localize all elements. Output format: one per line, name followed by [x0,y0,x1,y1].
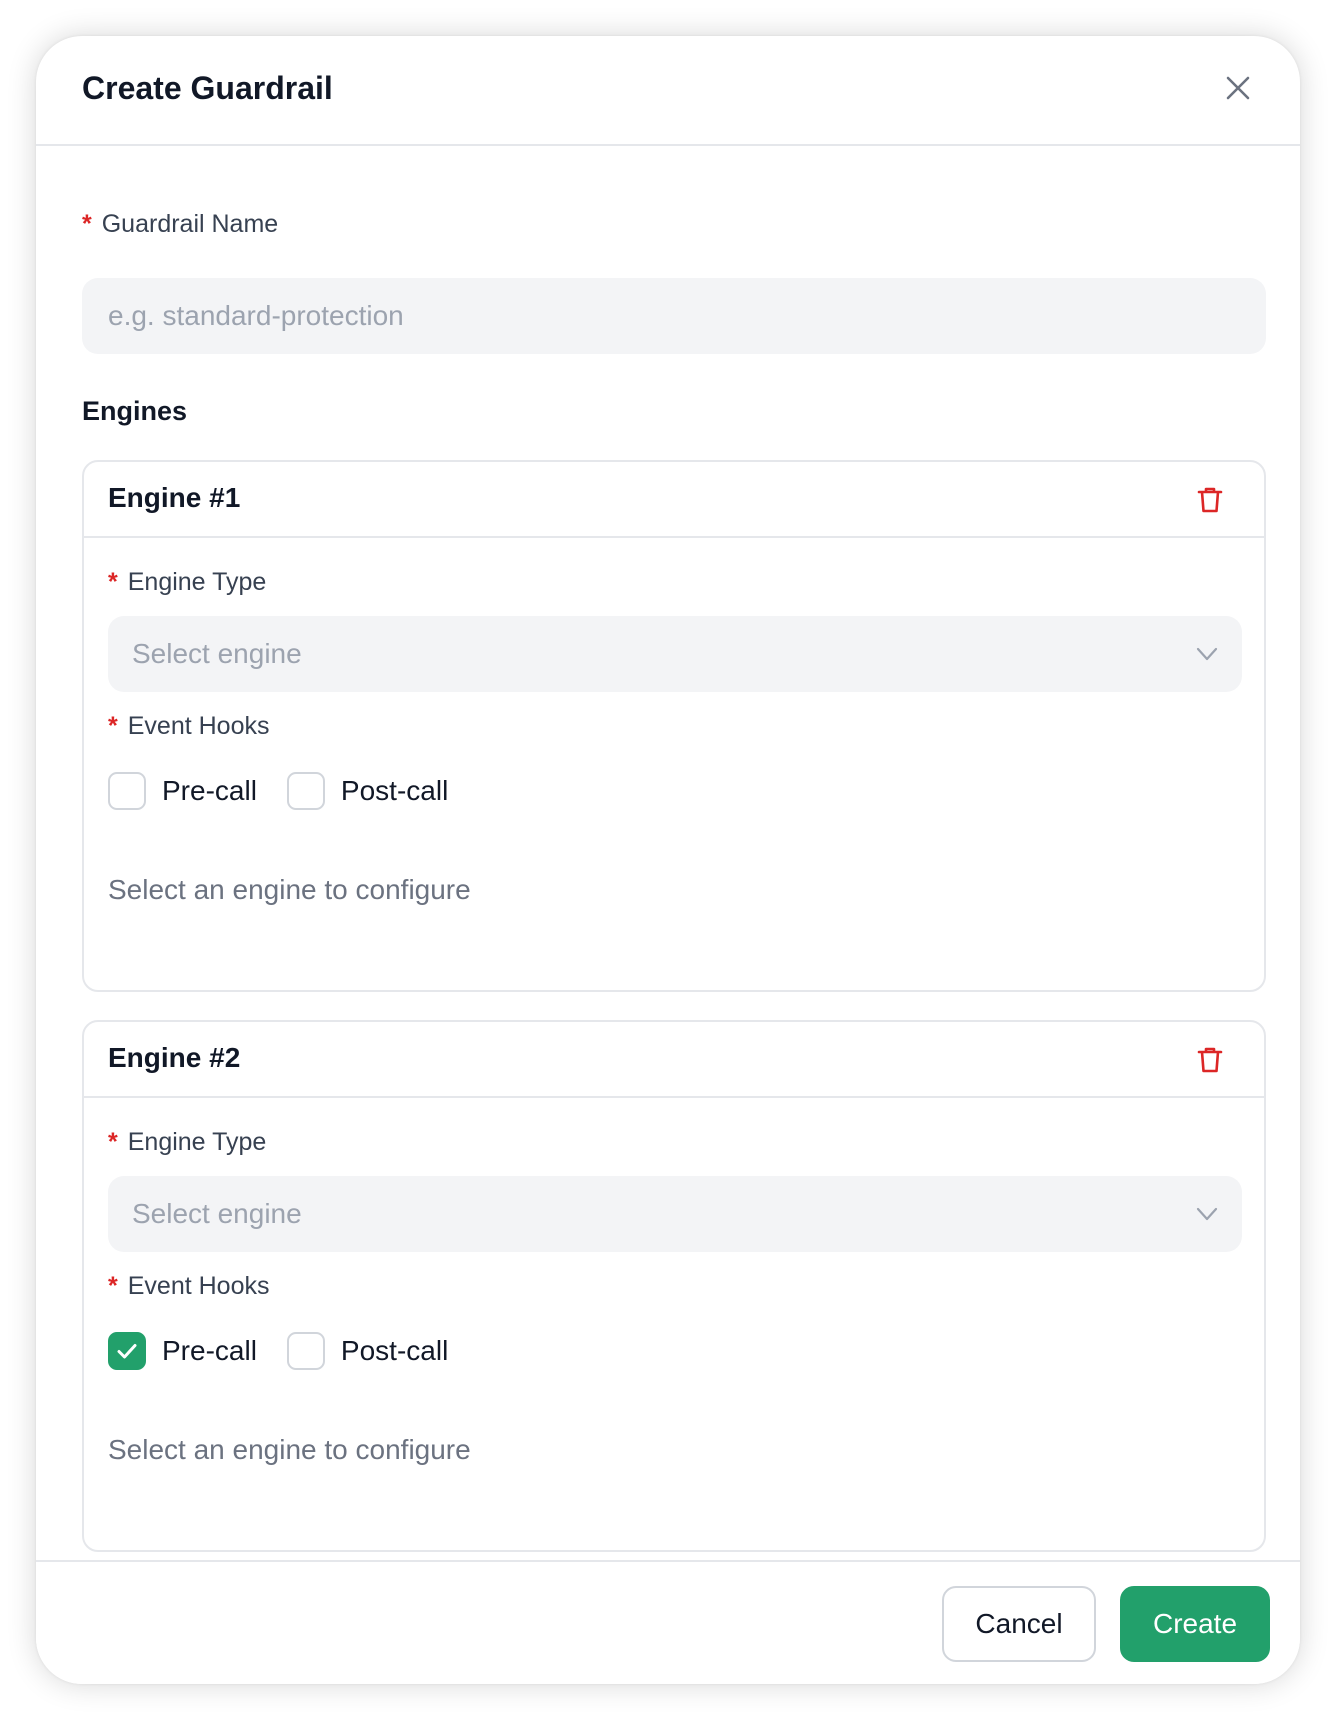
engine-card-title: Engine #1 [108,482,241,513]
pre-call-option[interactable]: Pre-call [108,772,257,810]
chevron-down-icon [1196,647,1218,661]
trash-icon [1197,1047,1223,1073]
cancel-button[interactable]: Cancel [942,1586,1096,1662]
engine-card-header: Engine #2 [84,1022,1264,1098]
engine-type-select[interactable]: Select engine [108,616,1242,692]
required-mark: * [108,712,118,740]
pre-call-label: Pre-call [162,1335,257,1366]
engine-type-placeholder: Select engine [132,638,302,669]
event-hooks-label: * Event Hooks [108,712,270,740]
pre-call-label: Pre-call [162,775,257,806]
close-icon [1226,76,1250,100]
engine-type-label: * Engine Type [108,568,267,596]
dialog-footer: Cancel Create [36,1560,1300,1684]
post-call-label: Post-call [340,1335,449,1366]
event-hooks-group: Pre-call Post-call [108,772,478,810]
event-hooks-group: Pre-call Post-call [108,1332,478,1370]
pre-call-checkbox[interactable] [108,1332,146,1370]
chevron-down-icon [1196,1207,1218,1221]
dialog-header: Create Guardrail [36,36,1300,146]
trash-icon [1197,487,1223,513]
post-call-option[interactable]: Post-call [286,1332,449,1370]
engine-config-hint: Select an engine to configure [108,874,471,905]
engine-type-placeholder: Select engine [132,1198,302,1229]
close-button[interactable] [1220,70,1256,106]
delete-engine-button[interactable] [1194,1044,1226,1076]
post-call-option[interactable]: Post-call [286,772,449,810]
guardrail-name-label: * Guardrail Name [82,210,279,238]
engine-type-label: * Engine Type [108,1128,267,1156]
required-mark: * [108,568,118,596]
create-button[interactable]: Create [1120,1586,1270,1662]
post-call-checkbox[interactable] [286,772,325,810]
engine-card-header: Engine #1 [84,462,1264,538]
dialog-body: * Guardrail Name Engines Engine #1 * Eng… [36,148,1300,1598]
engine-config-hint: Select an engine to configure [108,1434,471,1465]
dialog-title: Create Guardrail [82,70,333,106]
required-mark: * [82,210,92,238]
engine-card-2: Engine #2 * Engine Type Select engine * … [82,1020,1266,1552]
engine-card-1: Engine #1 * Engine Type Select engine * … [82,460,1266,992]
engines-section-title: Engines [82,396,188,426]
guardrail-name-input[interactable] [82,278,1266,354]
create-guardrail-dialog: Create Guardrail * Guardrail Name Engine… [36,36,1300,1684]
check-icon [117,1344,137,1359]
required-mark: * [108,1128,118,1156]
delete-engine-button[interactable] [1194,484,1226,516]
pre-call-option[interactable]: Pre-call [108,1332,257,1370]
post-call-checkbox[interactable] [286,1332,325,1370]
pre-call-checkbox[interactable] [108,772,146,810]
event-hooks-label: * Event Hooks [108,1272,270,1300]
post-call-label: Post-call [340,775,449,806]
engine-type-select[interactable]: Select engine [108,1176,1242,1252]
required-mark: * [108,1272,118,1300]
engine-card-title: Engine #2 [108,1042,241,1073]
